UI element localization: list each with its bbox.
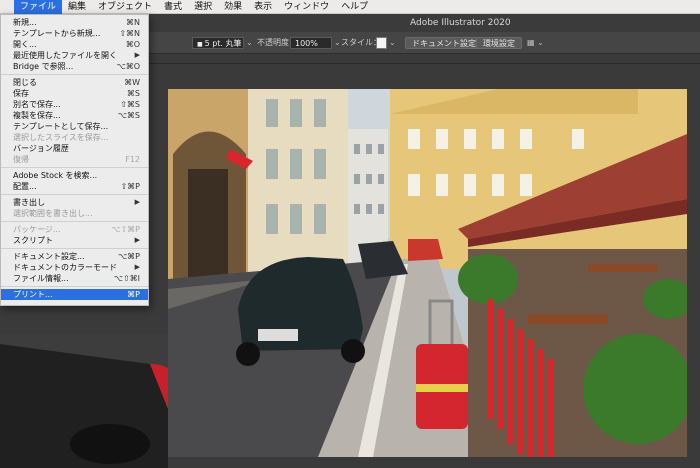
menu-item-shortcut: ⌥⌘P bbox=[117, 252, 140, 261]
menu-view[interactable]: 表示 bbox=[248, 0, 278, 14]
file-menu-item[interactable]: 最近使用したファイルを開く ▶ bbox=[1, 50, 148, 61]
menu-item-label: バージョン履歴 bbox=[13, 144, 69, 153]
menu-item-shortcut: ⇧⌘N bbox=[119, 29, 140, 38]
menu-item-shortcut: ⌘O bbox=[125, 40, 140, 49]
menu-item-label: 新規... bbox=[13, 18, 37, 27]
placed-photo-artwork[interactable] bbox=[168, 89, 687, 457]
menu-separator bbox=[1, 74, 148, 75]
menu-item-shortcut: ⇧⌘P bbox=[120, 182, 140, 191]
file-menu-item[interactable]: 開く... ⌘O bbox=[1, 39, 148, 50]
menu-item-shortcut: ⌥⇧⌘P bbox=[111, 225, 140, 234]
menu-item-label: Adobe Stock を検索... bbox=[13, 171, 98, 180]
file-menu-item: 選択したスライスを保存... bbox=[1, 132, 148, 143]
file-menu-item[interactable]: テンプレートから新規... ⇧⌘N bbox=[1, 28, 148, 39]
file-menu-item[interactable]: プリント... ⌘P bbox=[1, 289, 148, 300]
menu-file[interactable]: ファイル bbox=[14, 0, 63, 14]
menu-item-shortcut: ⇧⌘S bbox=[120, 100, 140, 109]
style-dropdown-chevron-icon[interactable]: ⌄ bbox=[389, 37, 396, 49]
menu-item-label: 保存 bbox=[13, 89, 29, 98]
menu-separator bbox=[1, 286, 148, 287]
menu-item-label: ファイル情報... bbox=[13, 274, 69, 283]
file-menu-item[interactable]: 保存 ⌘S bbox=[1, 88, 148, 99]
file-menu-item[interactable]: Bridge で参照... ⌥⌘O bbox=[1, 61, 148, 72]
submenu-arrow-icon: ▶ bbox=[134, 236, 140, 244]
menu-item-shortcut: ⌥⌘S bbox=[117, 111, 140, 120]
submenu-arrow-icon: ▶ bbox=[134, 263, 140, 271]
menu-item-label: プリント... bbox=[13, 290, 53, 299]
menu-item-label: テンプレートから新規... bbox=[13, 29, 101, 38]
menu-separator bbox=[1, 221, 148, 222]
file-menu-item: パッケージ... ⌥⇧⌘P bbox=[1, 224, 148, 235]
stroke-bullet-icon: ■ bbox=[197, 41, 205, 48]
menu-item-label: 別名で保存... bbox=[13, 100, 61, 109]
menu-item-label: 複製を保存... bbox=[13, 111, 61, 120]
menu-edit[interactable]: 編集 bbox=[62, 0, 92, 14]
menu-item-label: 選択したスライスを保存... bbox=[13, 133, 109, 142]
menu-item-label: 最近使用したファイルを開く bbox=[13, 51, 117, 60]
file-menu-item[interactable]: 新規... ⌘N bbox=[1, 17, 148, 28]
menu-item-shortcut: ⌘P bbox=[127, 290, 140, 299]
file-menu-item[interactable]: テンプレートとして保存... bbox=[1, 121, 148, 132]
file-menu-item[interactable]: 閉じる ⌘W bbox=[1, 77, 148, 88]
menu-type[interactable]: 書式 bbox=[158, 0, 188, 14]
menu-item-shortcut: ⌥⌘O bbox=[116, 62, 140, 71]
menu-item-label: 閉じる bbox=[13, 78, 37, 87]
file-menu-item[interactable]: ドキュメントのカラーモード ▶ bbox=[1, 262, 148, 273]
menu-item-label: Bridge で参照... bbox=[13, 62, 74, 71]
menu-item-shortcut: ⌥⇧⌘I bbox=[113, 274, 140, 283]
menu-select[interactable]: 選択 bbox=[188, 0, 218, 14]
menu-item-label: ドキュメント設定... bbox=[13, 252, 85, 261]
menu-object[interactable]: オブジェクト bbox=[92, 0, 158, 14]
file-menu-item[interactable]: ファイル情報... ⌥⇧⌘I bbox=[1, 273, 148, 284]
preferences-button[interactable]: 環境設定 bbox=[476, 37, 522, 49]
file-menu-dropdown: 新規... ⌘N テンプレートから新規... ⇧⌘N 開く... ⌘O 最近使用したファイル… bbox=[0, 14, 149, 306]
menu-item-label: 選択範囲を書き出し... bbox=[13, 209, 93, 218]
graphic-style-swatch[interactable] bbox=[376, 37, 387, 49]
menu-separator bbox=[1, 167, 148, 168]
menu-help[interactable]: ヘルプ bbox=[335, 0, 374, 14]
menu-bar: ファイル 編集 オブジェクト 書式 選択 効果 表示 ウィンドウ ヘルプ bbox=[0, 0, 700, 14]
file-menu-item[interactable]: ドキュメント設定... ⌥⌘P bbox=[1, 251, 148, 262]
menu-item-label: ドキュメントのカラーモード bbox=[13, 263, 117, 272]
menu-item-shortcut: F12 bbox=[125, 155, 140, 164]
submenu-arrow-icon: ▶ bbox=[134, 51, 140, 59]
menu-item-label: テンプレートとして保存... bbox=[13, 122, 109, 131]
menu-item-label: パッケージ... bbox=[13, 225, 61, 234]
menu-item-label: 配置... bbox=[13, 182, 37, 191]
menu-separator bbox=[1, 194, 148, 195]
style-label: スタイル： bbox=[341, 38, 381, 47]
menu-item-shortcut: ⌘N bbox=[126, 18, 140, 27]
opacity-input[interactable]: 100% bbox=[290, 37, 332, 49]
menu-item-label: 復帰 bbox=[13, 155, 29, 164]
menu-item-shortcut: ⌘S bbox=[126, 89, 140, 98]
file-menu-item[interactable]: 複製を保存... ⌥⌘S bbox=[1, 110, 148, 121]
file-menu-item[interactable]: 別名で保存... ⇧⌘S bbox=[1, 99, 148, 110]
menu-item-label: 開く... bbox=[13, 40, 37, 49]
file-menu-item[interactable]: スクリプト ▶ bbox=[1, 235, 148, 246]
apple-menu-icon[interactable] bbox=[0, 0, 14, 14]
document-settings-button[interactable]: ドキュメント設定 bbox=[405, 37, 483, 49]
menu-item-label: 書き出し bbox=[13, 198, 45, 207]
file-menu-item: 選択範囲を書き出し... bbox=[1, 208, 148, 219]
stroke-dropdown-chevron-icon[interactable]: ⌄ bbox=[246, 37, 253, 49]
submenu-arrow-icon: ▶ bbox=[134, 198, 140, 206]
file-menu-item[interactable]: 書き出し ▶ bbox=[1, 197, 148, 208]
menu-item-shortcut: ⌘W bbox=[124, 78, 140, 87]
stroke-profile-field[interactable]: ■ 5 pt. 丸筆 bbox=[192, 37, 244, 49]
app-title: Adobe Illustrator 2020 bbox=[410, 18, 511, 28]
file-menu-item[interactable]: 配置... ⇧⌘P bbox=[1, 181, 148, 192]
menu-window[interactable]: ウィンドウ bbox=[278, 0, 335, 14]
menu-separator bbox=[1, 248, 148, 249]
street-scene-illustration bbox=[168, 89, 687, 457]
arrange-documents-icon[interactable]: ▦ ⌄ bbox=[527, 37, 544, 49]
menu-item-label: スクリプト bbox=[13, 236, 53, 245]
file-menu-item[interactable]: Adobe Stock を検索... bbox=[1, 170, 148, 181]
file-menu-item[interactable]: バージョン履歴 bbox=[1, 143, 148, 154]
opacity-dropdown-chevron-icon[interactable]: ⌄ bbox=[334, 37, 341, 49]
menu-effect[interactable]: 効果 bbox=[218, 0, 248, 14]
file-menu-item: 復帰 F12 bbox=[1, 154, 148, 165]
